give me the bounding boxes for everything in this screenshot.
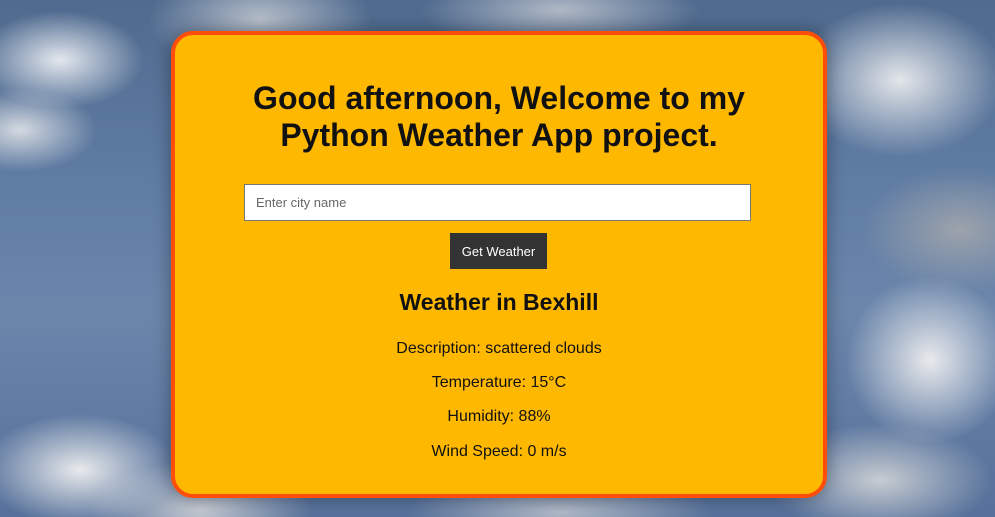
weather-wind-speed: Wind Speed: 0 m/s bbox=[431, 443, 567, 460]
get-weather-button[interactable]: Get Weather bbox=[450, 233, 547, 269]
weather-temperature: Temperature: 15°C bbox=[431, 374, 567, 391]
weather-heading: Weather in Bexhill bbox=[399, 289, 599, 315]
page-title: Good afternoon, Welcome to my Python Wea… bbox=[253, 80, 745, 153]
weather-description: Description: scattered clouds bbox=[396, 340, 602, 357]
city-search-input[interactable] bbox=[244, 184, 751, 221]
weather-humidity: Humidity: 88% bbox=[447, 408, 551, 425]
weather-card: Good afternoon, Welcome to my Python Wea… bbox=[171, 31, 827, 498]
